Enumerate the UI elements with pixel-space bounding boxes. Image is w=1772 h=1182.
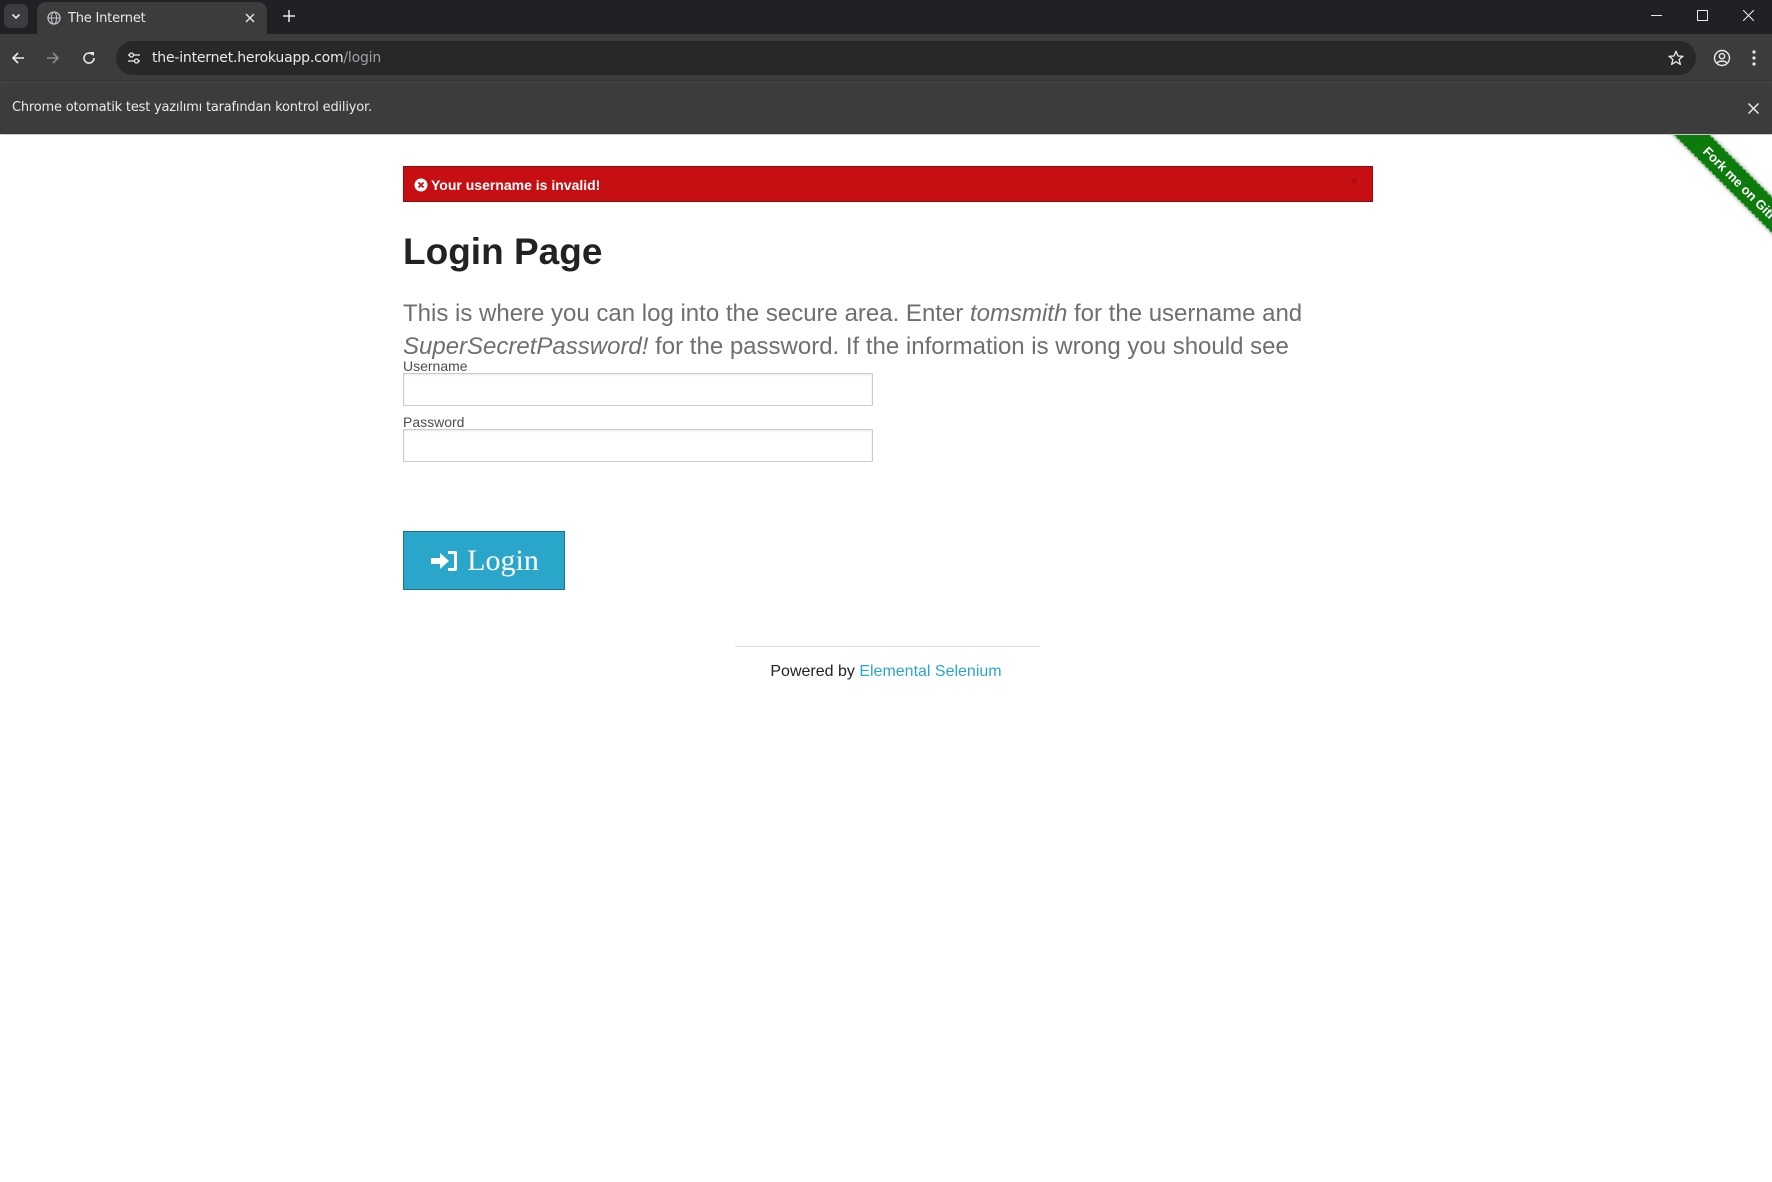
tab-search-button[interactable] [4,4,28,28]
page-footer: Powered by Elemental Selenium [0,663,1772,681]
forward-button[interactable] [40,45,66,71]
new-tab-button[interactable] [278,5,300,27]
address-bar[interactable]: the-internet.herokuapp.com/login [116,41,1696,75]
url-text: the-internet.herokuapp.com/login [152,50,381,66]
username-input[interactable] [403,373,873,406]
close-window-button[interactable] [1726,0,1770,30]
back-button[interactable] [5,45,31,71]
star-icon [1668,50,1684,66]
tab-strip: The Internet [0,0,1772,34]
username-hint: tomsmith [969,300,1068,327]
fork-ribbon-banner[interactable]: Fork me on GitHub [1663,135,1772,274]
maximize-button[interactable] [1680,0,1724,30]
tab-title: The Internet [68,11,146,26]
profile-button[interactable] [1710,46,1734,70]
automation-infobar: Chrome otomatik test yazılımı tarafından… [0,82,1772,134]
profile-icon [1713,49,1731,67]
footer-powered-by: Powered by [770,663,860,680]
page-content: Fork me on GitHub Your username is inval… [0,135,1772,1182]
password-label: Password [403,414,465,430]
kebab-menu-icon [1752,50,1756,66]
close-icon [1747,102,1759,114]
intro-text-2: for the username and [1067,300,1303,327]
page-title: Login Page [403,231,603,272]
browser-menu-button[interactable] [1744,46,1764,70]
fork-ribbon[interactable]: Fork me on GitHub [1632,135,1772,275]
login-button-label: Login [467,543,539,577]
plus-icon [283,10,295,22]
back-arrow-icon [11,52,24,64]
username-label: Username [403,358,468,374]
maximize-icon [1696,9,1708,21]
reload-button[interactable] [76,45,102,71]
fork-ribbon-text: Fork me on GitHub [1700,143,1772,237]
footer-divider [735,646,1040,647]
minimize-icon [1650,14,1662,16]
tab-search-icon [11,13,21,20]
reload-icon [83,52,95,64]
password-input[interactable] [403,429,873,462]
tab-the-internet[interactable]: The Internet [37,2,267,34]
flash-close-button[interactable]: × [1350,173,1358,189]
close-icon [245,13,255,23]
login-button[interactable]: Login [403,531,565,590]
url-path: /login [343,50,382,66]
forward-arrow-icon [47,52,60,64]
error-flash: Your username is invalid! × [403,166,1373,202]
site-info-button[interactable] [124,48,144,68]
url-host: the-internet.herokuapp.com [152,50,344,66]
bookmark-button[interactable] [1666,48,1686,68]
intro-text-1: This is where you can log into the secur… [403,300,970,327]
minimize-button[interactable] [1634,0,1678,30]
tab-close-button[interactable] [242,10,258,26]
elemental-selenium-link[interactable]: Elemental Selenium [859,663,1001,680]
close-window-icon [1742,9,1754,21]
site-settings-icon [128,52,140,64]
flash-message: Your username is invalid! [431,177,601,193]
infobar-message: Chrome otomatik test yazılımı tarafından… [12,100,372,115]
sign-in-icon [431,550,458,571]
password-hint: SuperSecretPassword! [403,333,649,360]
browser-toolbar: the-internet.herokuapp.com/login [0,34,1772,82]
globe-icon [47,11,61,25]
error-circle-icon [414,178,428,192]
infobar-close-button[interactable] [1744,99,1762,117]
